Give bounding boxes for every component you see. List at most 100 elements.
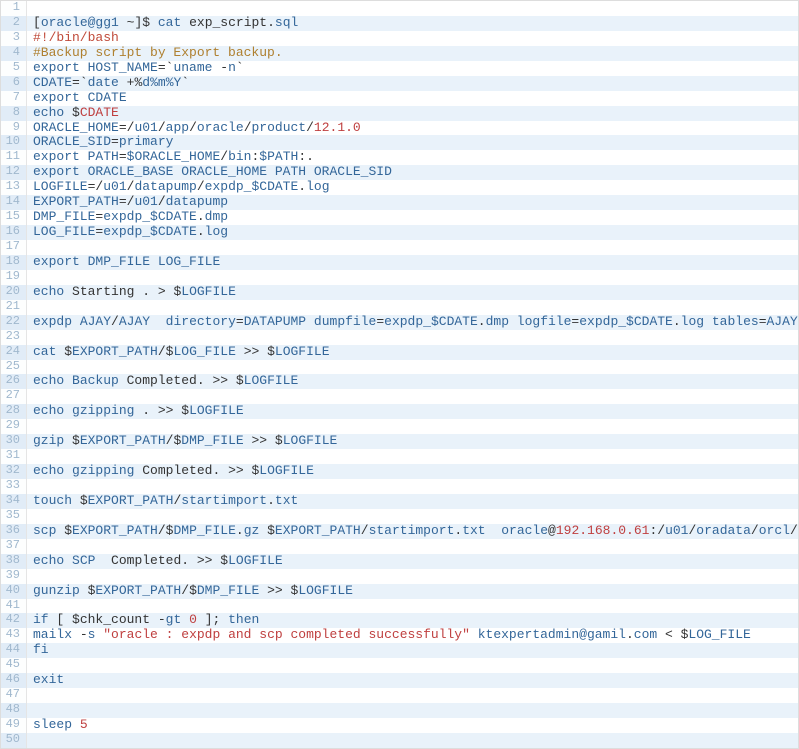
token: :/ bbox=[649, 524, 665, 538]
line-number: 17 bbox=[1, 240, 27, 255]
code-line: 20echo Starting . > $LOGFILE bbox=[1, 285, 798, 300]
token: CDATE bbox=[80, 106, 119, 120]
token: AJAY bbox=[72, 315, 111, 329]
token: . bbox=[673, 315, 681, 329]
token: $PATH bbox=[259, 150, 298, 164]
token: [ bbox=[49, 613, 65, 627]
line-content bbox=[27, 733, 41, 748]
token: = bbox=[236, 315, 244, 329]
token: $ bbox=[267, 434, 283, 448]
token: EXPORT_PATH bbox=[95, 584, 181, 598]
line-number: 9 bbox=[1, 121, 27, 136]
token: oracle bbox=[197, 121, 244, 135]
line-number: 39 bbox=[1, 569, 27, 584]
token: scp bbox=[33, 524, 56, 538]
token: 12.1.0 bbox=[314, 121, 361, 135]
line-content: mailx -s "oracle : expdp and scp complet… bbox=[27, 628, 751, 643]
token: . bbox=[236, 524, 244, 538]
line-number: 22 bbox=[1, 315, 27, 330]
token: gt bbox=[166, 613, 182, 627]
token: / bbox=[158, 345, 166, 359]
token: fi bbox=[33, 643, 49, 657]
line-content: echo Backup Completed. >> $LOGFILE bbox=[27, 374, 298, 389]
token bbox=[181, 613, 189, 627]
token: . bbox=[197, 374, 205, 388]
token: if bbox=[33, 613, 49, 627]
token: orcl bbox=[759, 524, 790, 538]
code-line: 31 bbox=[1, 449, 798, 464]
token: oracle bbox=[486, 524, 548, 538]
token: = bbox=[111, 135, 119, 149]
token: date bbox=[88, 76, 119, 90]
token: / bbox=[111, 315, 119, 329]
token: tables bbox=[704, 315, 759, 329]
token: CDATE bbox=[80, 91, 127, 105]
token: LOGFILE bbox=[244, 374, 299, 388]
line-content: echo Starting . > $LOGFILE bbox=[27, 285, 236, 300]
token: exp_script bbox=[189, 16, 267, 30]
line-content: [oracle@gg1 ~]$ cat exp_script.sql bbox=[27, 16, 298, 31]
line-number: 16 bbox=[1, 225, 27, 240]
code-line: 21 bbox=[1, 300, 798, 315]
token: expdp_$CDATE bbox=[205, 180, 299, 194]
line-content: cat $EXPORT_PATH/$LOG_FILE >> $LOGFILE bbox=[27, 345, 330, 360]
line-content bbox=[27, 703, 41, 718]
token: ` bbox=[236, 61, 244, 75]
token: CDATE bbox=[33, 76, 72, 90]
token: txt bbox=[275, 494, 298, 508]
token: AJAY bbox=[767, 315, 798, 329]
token: . bbox=[626, 628, 634, 642]
token: > bbox=[158, 285, 166, 299]
line-number: 35 bbox=[1, 509, 27, 524]
token: = bbox=[376, 315, 384, 329]
token: txt bbox=[462, 524, 485, 538]
token: $ bbox=[212, 554, 228, 568]
code-line: 35 bbox=[1, 509, 798, 524]
token: logfile bbox=[509, 315, 571, 329]
token: $ bbox=[259, 345, 275, 359]
line-content bbox=[27, 688, 41, 703]
token: . bbox=[197, 210, 205, 224]
token: :. bbox=[298, 150, 314, 164]
line-number: 25 bbox=[1, 360, 27, 375]
token: =/ bbox=[119, 121, 135, 135]
line-content: touch $EXPORT_PATH/startimport.txt bbox=[27, 494, 298, 509]
token: $ bbox=[244, 464, 260, 478]
token: / bbox=[361, 524, 369, 538]
token: ORACLE_BASE bbox=[80, 165, 174, 179]
token: DATAPUMP bbox=[244, 315, 306, 329]
code-line: 33 bbox=[1, 479, 798, 494]
token: DMP_FILE bbox=[197, 584, 259, 598]
token: / bbox=[244, 121, 252, 135]
line-content bbox=[27, 599, 41, 614]
code-line: 16LOG_FILE=expdp_$CDATE.log bbox=[1, 225, 798, 240]
token: PATH bbox=[267, 165, 306, 179]
token: $chk_count bbox=[64, 613, 150, 627]
token: $ bbox=[673, 628, 689, 642]
token: Backup bbox=[64, 374, 119, 388]
line-content: DMP_FILE=expdp_$CDATE.dmp bbox=[27, 210, 228, 225]
token: u01 bbox=[665, 524, 688, 538]
token: LOGFILE bbox=[259, 464, 314, 478]
line-number: 43 bbox=[1, 628, 27, 643]
token: >> bbox=[205, 374, 228, 388]
token: uname bbox=[173, 61, 212, 75]
line-number: 45 bbox=[1, 658, 27, 673]
token: = bbox=[158, 61, 166, 75]
token: log bbox=[306, 180, 329, 194]
token: $ bbox=[56, 524, 72, 538]
token: LOG_FILE bbox=[150, 255, 220, 269]
token: @ bbox=[548, 524, 556, 538]
token: >> bbox=[189, 554, 212, 568]
code-line: 14EXPORT_PATH=/u01/datapump bbox=[1, 195, 798, 210]
token: $ bbox=[228, 374, 244, 388]
token: LOG_FILE bbox=[33, 225, 95, 239]
token: . bbox=[267, 16, 275, 30]
line-number: 27 bbox=[1, 389, 27, 404]
token: echo bbox=[33, 106, 64, 120]
code-line: 41 bbox=[1, 599, 798, 614]
code-line: 30gzip $EXPORT_PATH/$DMP_FILE >> $LOGFIL… bbox=[1, 434, 798, 449]
line-content bbox=[27, 509, 41, 524]
token: AJAY bbox=[119, 315, 150, 329]
token: mailx bbox=[33, 628, 72, 642]
